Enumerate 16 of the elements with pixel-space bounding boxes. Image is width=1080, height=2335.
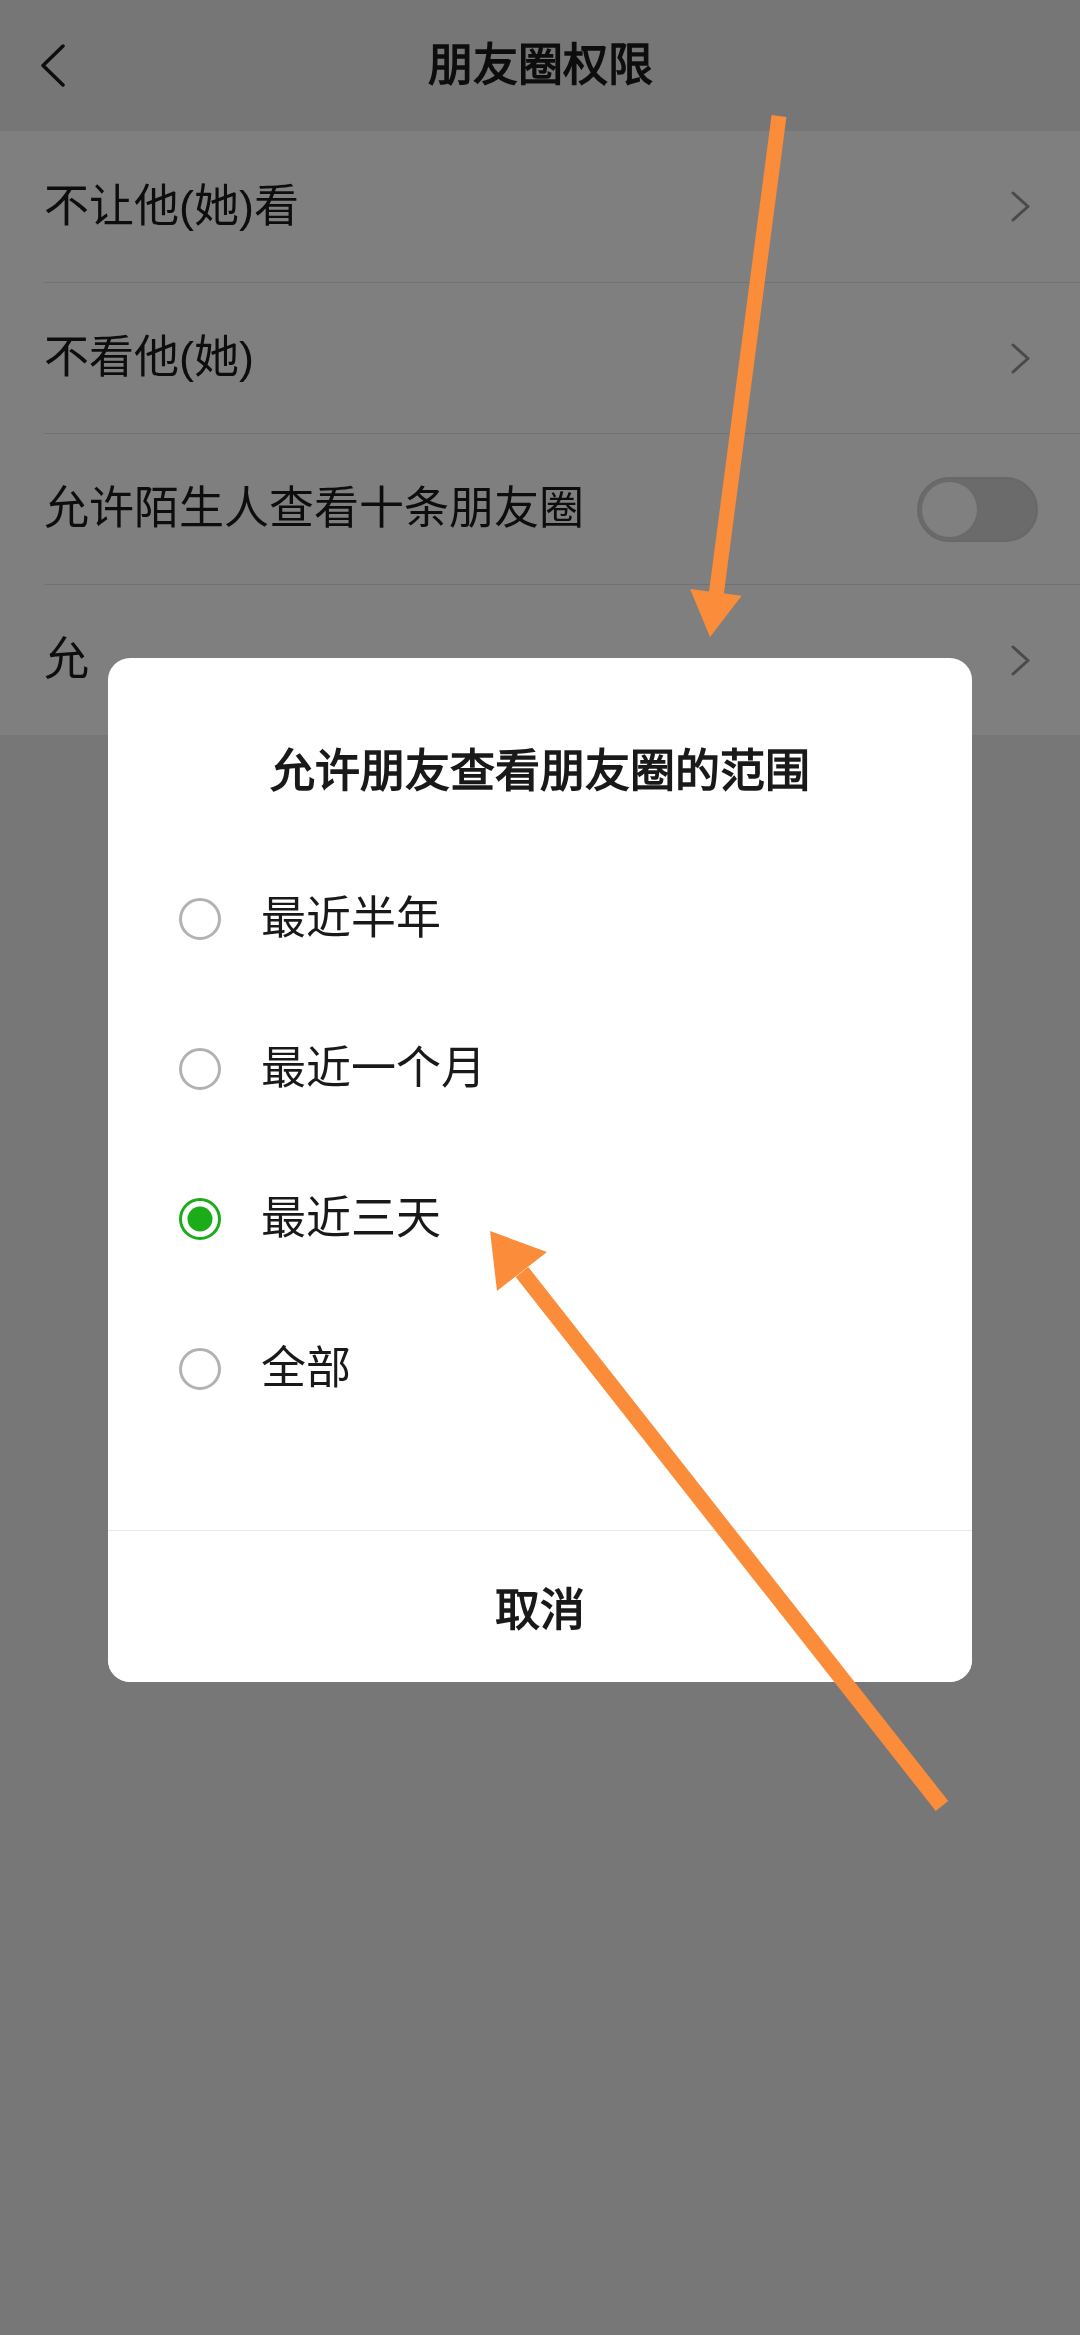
- radio-option[interactable]: 最近半年: [108, 844, 972, 994]
- setting-label[interactable]: 允: [44, 630, 89, 690]
- back-icon: [40, 44, 65, 87]
- cancel-button[interactable]: 取消: [108, 1530, 972, 1682]
- chevron-right-icon: [1011, 644, 1031, 676]
- radio-option[interactable]: 全部: [108, 1294, 972, 1444]
- nav-title: 朋友圈权限: [427, 38, 653, 93]
- setting-label: 允许陌生人查看十条朋友圈: [44, 482, 584, 536]
- setting-label[interactable]: 不让他(她)看: [44, 176, 299, 237]
- setting-label[interactable]: 不看他(她): [44, 328, 254, 388]
- chevron-right-icon: [1011, 191, 1031, 222]
- back-button[interactable]: [40, 44, 65, 87]
- radio-option[interactable]: 最近一个月: [108, 994, 972, 1144]
- chevron-right-icon: [1011, 342, 1031, 374]
- dialog-title: 允许朋友查看朋友圈的范围: [269, 745, 811, 799]
- radio-option[interactable]: 最近三天: [108, 1144, 972, 1294]
